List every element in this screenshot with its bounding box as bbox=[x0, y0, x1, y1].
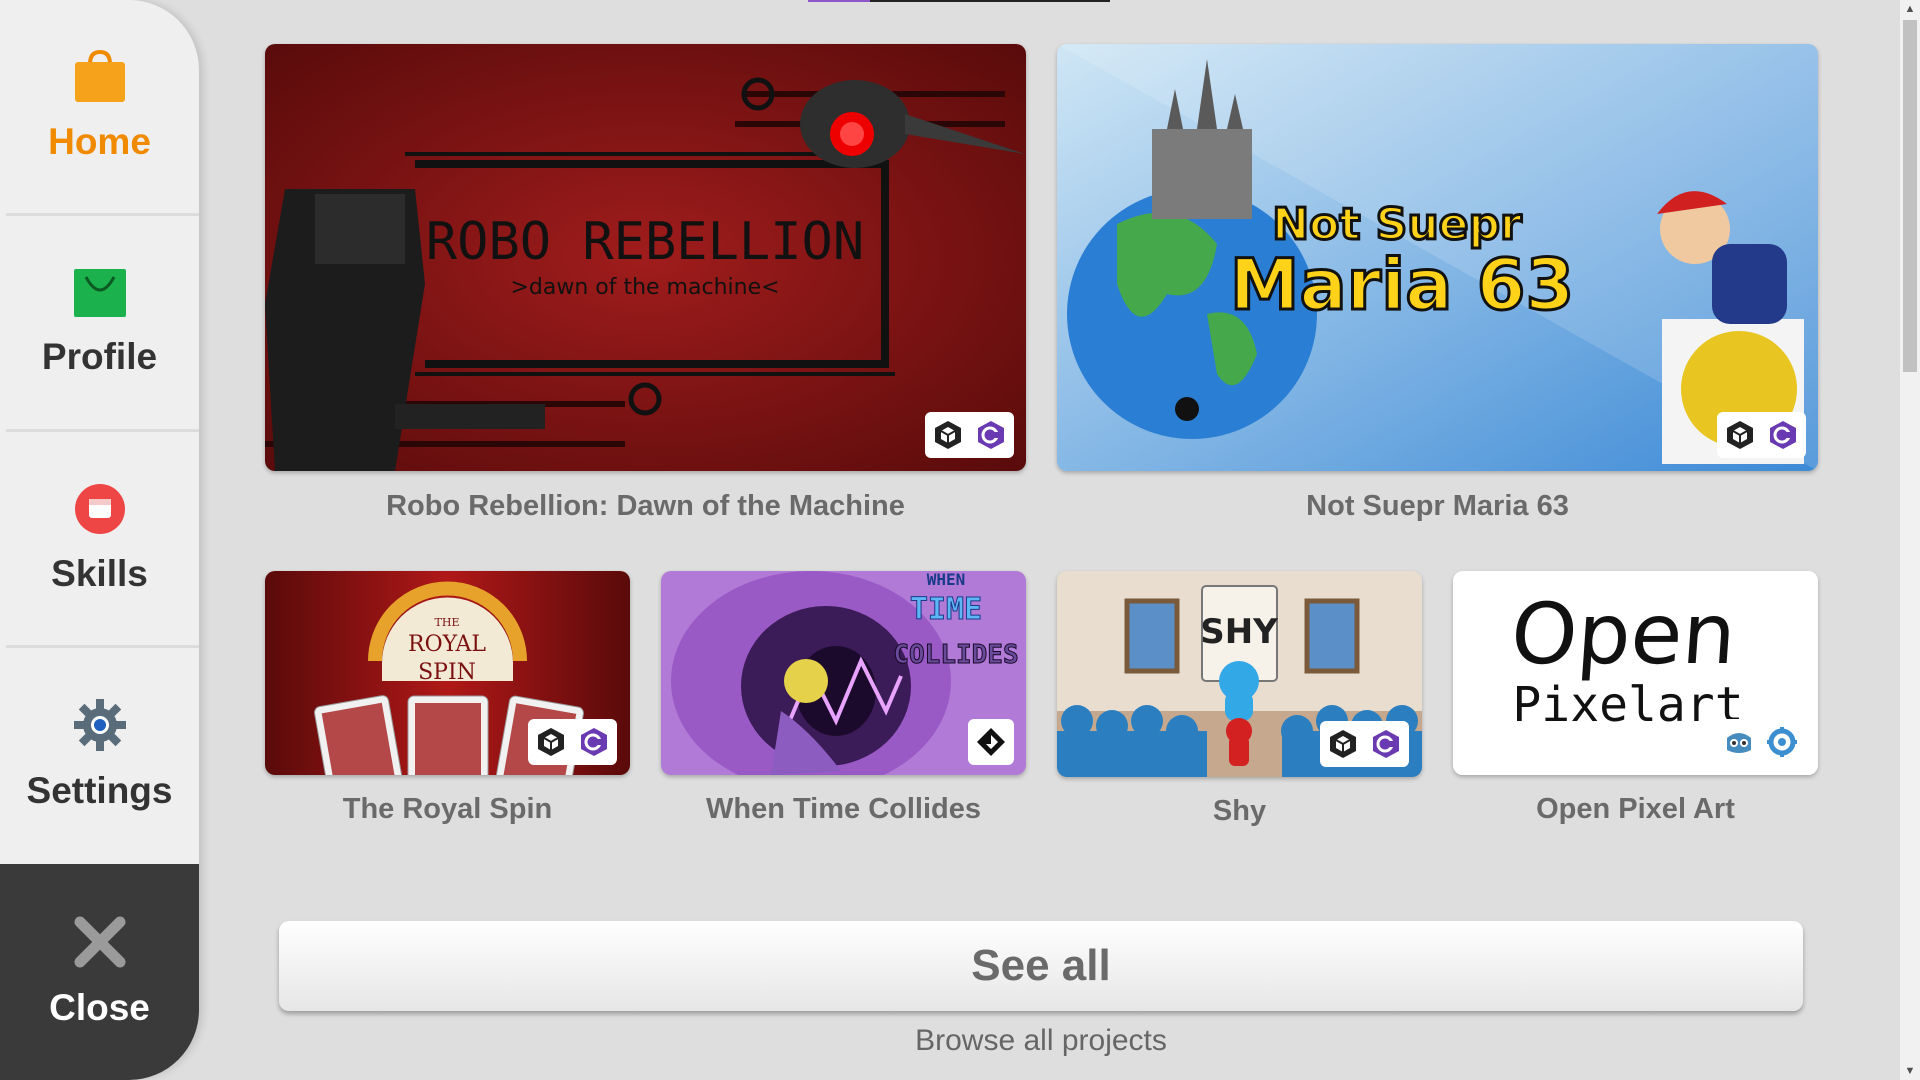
csharp-icon bbox=[972, 416, 1010, 454]
project-thumbnail: ROBO REBELLION >dawn of the machine< bbox=[265, 44, 1026, 471]
close-icon bbox=[74, 916, 126, 973]
csharp-icon bbox=[1367, 725, 1405, 763]
gamemaker-icon bbox=[972, 723, 1010, 761]
project-card-open-pixel-art[interactable]: Open Pixelart Open Pixel Art bbox=[1453, 571, 1818, 831]
nav-divider bbox=[6, 213, 199, 216]
sidebar-item-home[interactable]: Home bbox=[0, 0, 199, 212]
art-line-2: Maria 63 bbox=[1230, 244, 1574, 326]
see-all-subtitle: Browse all projects bbox=[915, 1024, 1167, 1057]
tech-badges bbox=[968, 719, 1014, 765]
art-line-3: SPIN bbox=[418, 660, 476, 685]
sidebar-nav: Home Profile Skills Settings Close bbox=[0, 0, 199, 1080]
tech-badges bbox=[528, 719, 617, 765]
art-line-1: SHY bbox=[1200, 612, 1278, 652]
card-title: Not Suepr Maria 63 bbox=[1306, 490, 1569, 522]
project-thumbnail: Not Suepr Maria 63 bbox=[1057, 44, 1818, 471]
unity-icon bbox=[1721, 416, 1759, 454]
scroll-down-arrow-icon[interactable]: ▼ bbox=[1904, 1065, 1916, 1077]
art-line-2: ROYAL bbox=[408, 632, 486, 657]
unity-icon bbox=[532, 723, 570, 761]
vertical-scrollbar[interactable]: ▲ ▼ bbox=[1900, 0, 1920, 1080]
scroll-up-arrow-icon[interactable]: ▲ bbox=[1904, 3, 1916, 15]
shopping-bag-icon bbox=[74, 49, 125, 107]
sidebar-item-close[interactable]: Close bbox=[0, 864, 199, 1080]
art-line-1: Not Suepr bbox=[1272, 199, 1522, 250]
card-title: Robo Rebellion: Dawn of the Machine bbox=[386, 490, 905, 522]
tech-badges bbox=[1717, 412, 1806, 458]
art-line-1: WHEN bbox=[927, 571, 966, 589]
sidebar-item-skills[interactable]: Skills bbox=[0, 433, 199, 645]
card-title: When Time Collides bbox=[705, 793, 981, 825]
project-card-not-suepr-maria[interactable]: Not Suepr Maria 63 Not Suepr Maria 63 bbox=[1057, 44, 1818, 524]
art-line-3: COLLIDES bbox=[893, 640, 1018, 670]
art-line-1: THE bbox=[435, 616, 460, 629]
sidebar-item-label: Profile bbox=[41, 335, 158, 377]
profile-bag-icon bbox=[73, 268, 126, 322]
godot-icon bbox=[1720, 723, 1758, 761]
skills-icon bbox=[74, 483, 125, 539]
project-card-shy[interactable]: SHY Shy bbox=[1057, 571, 1422, 831]
tech-badges bbox=[925, 412, 1014, 458]
art-title: ROBO REBELLION bbox=[426, 212, 864, 272]
sidebar-item-label: Skills bbox=[51, 552, 148, 594]
nav-divider bbox=[6, 429, 199, 432]
art-line-2: Pixelart bbox=[1512, 677, 1743, 733]
nav-divider bbox=[6, 645, 199, 648]
sidebar-item-profile[interactable]: Profile bbox=[0, 217, 199, 429]
sidebar-item-label: Home bbox=[48, 120, 151, 162]
sidebar-item-label: Close bbox=[49, 986, 150, 1028]
unity-icon bbox=[929, 416, 967, 454]
art-line-2: TIME bbox=[910, 592, 982, 627]
sidebar-item-settings[interactable]: Settings bbox=[0, 649, 199, 861]
project-card-royal-spin[interactable]: THE ROYAL SPIN The Royal Spin bbox=[265, 571, 630, 831]
unity-icon bbox=[1324, 725, 1362, 763]
project-card-when-time-collides[interactable]: WHEN TIME COLLIDES When Time Collides bbox=[661, 571, 1026, 831]
card-title: The Royal Spin bbox=[342, 793, 553, 825]
gear-icon bbox=[1763, 723, 1801, 761]
see-all-button[interactable]: See all bbox=[279, 921, 1803, 1011]
card-title: Open Pixel Art bbox=[1536, 793, 1735, 825]
csharp-icon bbox=[1764, 416, 1802, 454]
sidebar-item-label: Settings bbox=[26, 769, 173, 811]
scrollbar-thumb[interactable] bbox=[1903, 20, 1917, 372]
tech-badges bbox=[1320, 721, 1409, 767]
tech-badges bbox=[1716, 719, 1805, 765]
art-subtitle: >dawn of the machine< bbox=[510, 275, 779, 300]
top-progress-bar bbox=[808, 0, 1110, 2]
project-card-robo-rebellion[interactable]: ROBO REBELLION >dawn of the machine< Rob… bbox=[265, 44, 1026, 524]
gear-icon bbox=[73, 698, 126, 756]
card-title: Shy bbox=[1212, 795, 1267, 827]
art-line-1: Open bbox=[1508, 585, 1739, 683]
csharp-icon bbox=[575, 723, 613, 761]
